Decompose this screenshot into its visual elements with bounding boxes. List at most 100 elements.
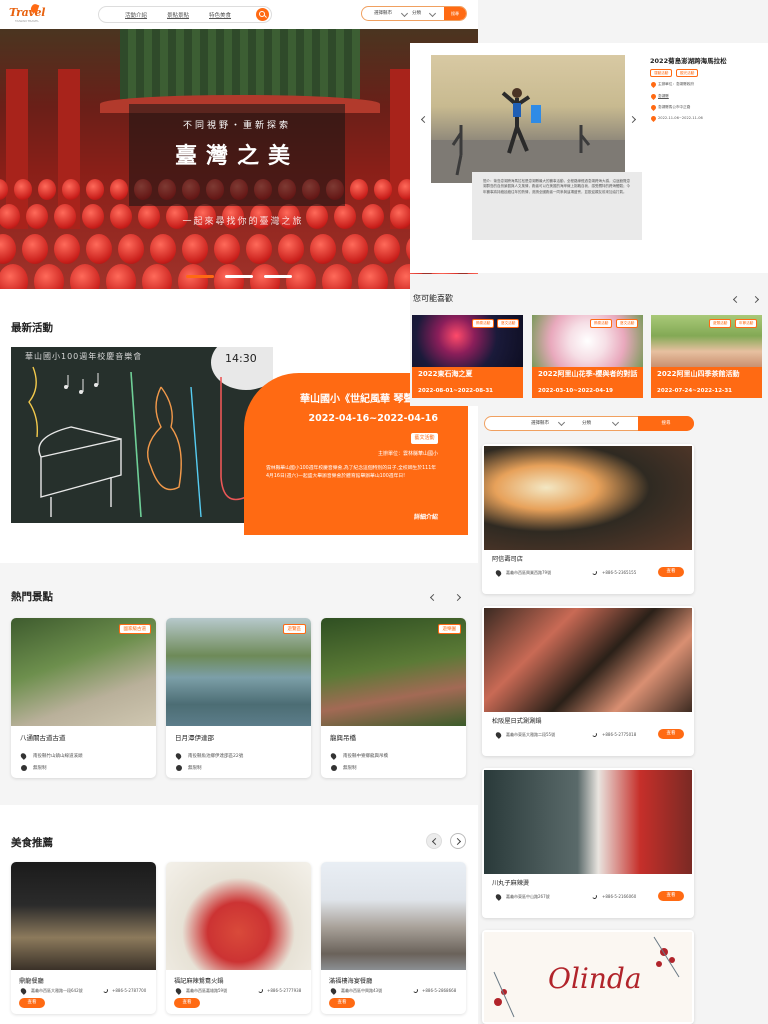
event-organizer: 主辦單位：雲林縣華山國小 <box>377 451 438 457</box>
lantern-icon <box>150 234 176 264</box>
spot-card[interactable]: 遊樂園 龍興吊橋 南投縣中寮鄉龍興吊橋 無限制 <box>321 618 466 778</box>
food-image <box>166 862 311 970</box>
restaurant-address: 嘉義市東區中山路267號 <box>506 894 550 899</box>
lantern-icon <box>342 234 368 264</box>
like-tag: 遊憩活動 <box>709 319 732 328</box>
hero-tagline: 不同視野・重新探索 <box>182 121 291 131</box>
activity-tag: 觀光活動 <box>676 69 699 77</box>
restaurant-view-button[interactable]: 查看 <box>658 567 684 577</box>
restaurant-card[interactable]: 松阪屋日式涮涮鍋 嘉義市東區大雅路二段55號 +886-5-2775018 查看 <box>482 606 694 756</box>
lantern-icon <box>54 234 80 264</box>
chevron-down-icon <box>428 9 437 18</box>
food-image <box>321 862 466 970</box>
restaurant-image <box>484 446 692 550</box>
event-poster[interactable]: 華山國小100週年校慶音樂會 14:30 <box>11 347 273 523</box>
spot-name: 龍興吊橋 <box>330 734 356 742</box>
lantern-icon <box>358 264 388 289</box>
like-tag: 年節活動 <box>735 319 758 328</box>
spot-image <box>11 618 156 726</box>
phone-icon <box>102 987 109 994</box>
logo[interactable]: Travel <box>9 6 45 19</box>
nav-spots-link[interactable]: 景點景點 <box>167 11 189 19</box>
likes-prev-icon[interactable] <box>732 295 740 303</box>
activity-title: 2022菊島澎湖跨海馬拉松 <box>650 57 727 65</box>
event-name: 華山國小《世紀風華 琴聲 <box>300 394 414 405</box>
food-card[interactable]: 滿福樓海宴餐廳 嘉義市西區中興路43號 +886-5-2868668 查看 <box>321 862 466 1014</box>
spot-card[interactable]: 國家級古道 八通關古道古道 南投縣竹山鎮山線道溪頭 無限制 <box>11 618 156 778</box>
hero-banner: 不同視野・重新探索 臺灣之美 一起來尋找你的臺灣之旅 <box>0 29 478 289</box>
restaurant-view-button[interactable]: 查看 <box>658 729 684 739</box>
food-view-button[interactable]: 查看 <box>174 998 200 1008</box>
food-view-button[interactable]: 查看 <box>19 998 45 1008</box>
lantern-icon <box>62 179 80 200</box>
activity-description-box: 簡介：菊島澎湖跨海馬拉松是澎湖縣最大的賽事活動，全程路線經過澎湖跨海大橋，沿途飽… <box>472 172 642 240</box>
carousel-dot-active[interactable] <box>186 275 214 278</box>
detail-prev-icon[interactable] <box>420 115 428 123</box>
nav-food-link[interactable]: 特色美食 <box>209 11 231 19</box>
spot-hours: 無限制 <box>188 766 202 771</box>
city-select[interactable]: 選擇縣市 <box>531 420 549 426</box>
spot-image <box>321 618 466 726</box>
top-nav: 活動介紹 景點景點 特色美食 <box>98 6 272 23</box>
food-view-button[interactable]: 查看 <box>329 998 355 1008</box>
phone-icon <box>591 893 598 900</box>
spot-address: 南投縣中寮鄉龍興吊橋 <box>343 754 388 759</box>
event-tag: 藝文活動 <box>411 433 438 444</box>
spots-next-icon[interactable] <box>453 593 461 601</box>
nav-events-link[interactable]: 活動介紹 <box>125 11 147 19</box>
activity-photo <box>431 55 625 183</box>
you-may-like-section: 您可能喜歡 節慶活動 藝文活動 2022東石海之夏 2022-08-01~202… <box>410 274 768 406</box>
food-card[interactable]: 鼎龍餐廳 嘉義市西區大雅路一段642號 +886-5-2787700 查看 <box>11 862 156 1014</box>
restaurant-view-button[interactable]: 查看 <box>658 891 684 901</box>
restaurant-card[interactable]: 阿信壽司店 嘉義市西區興業西路79號 +886-5-2365155 查看 <box>482 444 694 594</box>
spots-prev-icon[interactable] <box>429 593 437 601</box>
lantern-icon <box>106 264 136 289</box>
hero-title: 臺灣之美 <box>174 144 299 169</box>
food-address: 嘉義市西區大雅路一段642號 <box>31 988 83 993</box>
like-tag: 節慶活動 <box>590 319 613 328</box>
hero-subtitle: 一起來尋找你的臺灣之旅 <box>182 217 304 227</box>
food-prev-button[interactable] <box>426 833 442 849</box>
lantern-icon <box>374 179 392 200</box>
carousel-dot[interactable] <box>225 275 253 278</box>
food-name: 滿福樓海宴餐廳 <box>329 978 373 985</box>
lantern-icon <box>0 264 28 289</box>
search-icon[interactable] <box>256 8 269 21</box>
activity-location-tag[interactable]: 澎湖縣 <box>658 94 669 99</box>
category-select[interactable]: 分類 <box>582 420 591 426</box>
activity-description: 簡介：菊島澎湖跨海馬拉松是澎湖縣最大的賽事活動，全程路線經過澎湖跨海大橋，沿途飽… <box>483 179 630 194</box>
lantern-icon <box>38 179 56 200</box>
category-select[interactable]: 分類 <box>412 10 421 16</box>
restaurant-card[interactable]: 川丸子麻辣燙 嘉義市東區中山路267號 +886-5-2166060 查看 <box>482 768 694 918</box>
lantern-icon <box>214 234 240 264</box>
city-select[interactable]: 選擇縣市 <box>374 10 392 16</box>
food-name: 鼎龍餐廳 <box>19 978 44 985</box>
spot-card[interactable]: 遊覽區 日月潭伊達邵 南投縣魚池鄉伊達邵區22號 無限制 <box>166 618 311 778</box>
lantern-icon <box>350 179 368 200</box>
like-date: 2022-03-10~2022-04-19 <box>538 388 613 394</box>
food-search-button[interactable]: 搜尋 <box>638 416 694 431</box>
spot-name: 八通關古道古道 <box>20 734 66 742</box>
like-card[interactable]: 節慶活動 藝文活動 2022東石海之夏 2022-08-01~2022-08-3… <box>412 315 523 398</box>
clock-icon <box>176 765 182 771</box>
restaurant-name: 松阪屋日式涮涮鍋 <box>492 718 542 725</box>
location-pin-icon <box>329 752 338 760</box>
like-caption: 2022阿里山四季茶館活動 2022-07-24~2022-12-31 <box>651 367 762 398</box>
food-next-button[interactable] <box>450 833 466 849</box>
like-card[interactable]: 遊憩活動 年節活動 2022阿里山四季茶館活動 2022-07-24~2022-… <box>651 315 762 398</box>
like-name: 2022阿里山花季-櫻與者的對話 <box>538 370 638 378</box>
lantern-icon <box>14 179 32 200</box>
like-card[interactable]: 節慶活動 藝文活動 2022阿里山花季-櫻與者的對話 2022-03-10~20… <box>532 315 643 398</box>
carousel-dot[interactable] <box>264 275 292 278</box>
detail-next-icon[interactable] <box>628 115 636 123</box>
lantern-icon <box>70 264 100 289</box>
location-pin-icon <box>174 752 183 760</box>
spot-tag: 遊樂園 <box>437 624 461 634</box>
likes-next-icon[interactable] <box>751 295 759 303</box>
location-pin-icon <box>649 92 658 101</box>
food-card[interactable]: 福記麻辣鴛鴦火鍋 嘉義市西區嘉雄路59號 +886-5-2777938 查看 <box>166 862 311 1014</box>
restaurant-card[interactable]: Olinda <box>482 930 694 1024</box>
filter-search-button[interactable]: 搜尋 <box>444 7 466 20</box>
event-more-link[interactable]: 詳細介紹 <box>414 512 438 521</box>
event-date: 2022-04-16~2022-04-16 <box>308 413 439 424</box>
